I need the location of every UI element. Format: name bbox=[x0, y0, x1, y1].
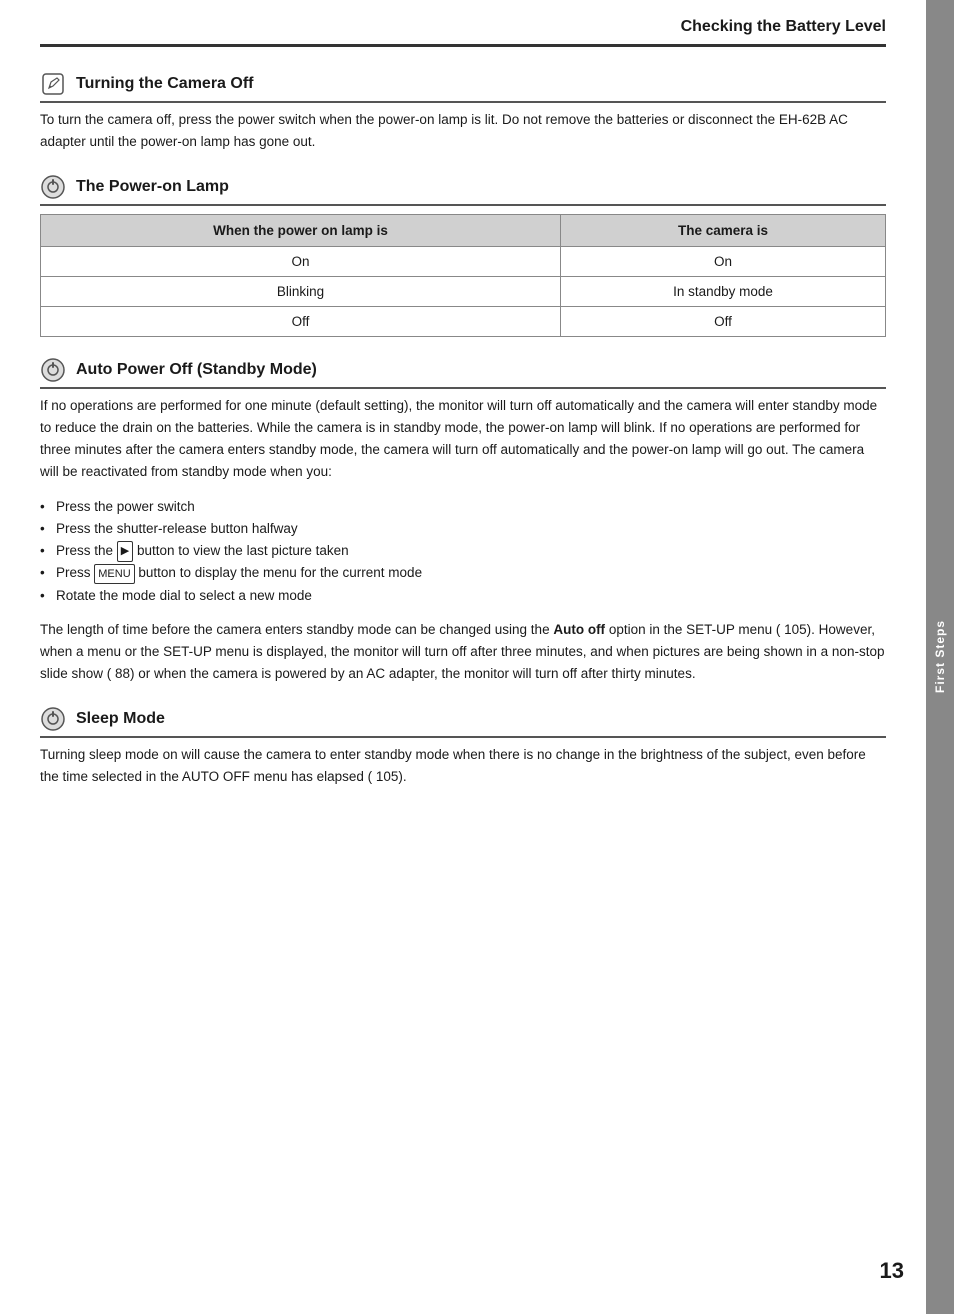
play-button-icon: ▶ bbox=[117, 541, 133, 561]
sleep-mode-icon bbox=[40, 706, 66, 732]
sidebar-tab-label: First Steps bbox=[933, 620, 947, 693]
camera-state-cell: On bbox=[561, 246, 886, 276]
turning-off-body: To turn the camera off, press the power … bbox=[40, 109, 886, 154]
bullet-item: Press the power switch bbox=[40, 496, 886, 518]
sidebar-tab: First Steps bbox=[926, 0, 954, 1314]
auto-power-icon bbox=[40, 357, 66, 383]
section-header-turning-off: Turning the Camera Off bbox=[40, 71, 886, 103]
auto-power-bullets: Press the power switchPress the shutter-… bbox=[40, 496, 886, 607]
section-sleep-mode: Sleep Mode Turning sleep mode on will ca… bbox=[40, 706, 886, 789]
sleep-mode-body: Turning sleep mode on will cause the cam… bbox=[40, 744, 886, 789]
section-auto-power: Auto Power Off (Standby Mode) If no oper… bbox=[40, 357, 886, 686]
table-col1-header: When the power on lamp is bbox=[41, 214, 561, 246]
section-header-sleep-mode: Sleep Mode bbox=[40, 706, 886, 738]
page-header-title: Checking the Battery Level bbox=[681, 18, 886, 36]
bullet-item: Press the ▶ button to view the last pict… bbox=[40, 540, 886, 562]
auto-power-body2: The length of time before the camera ent… bbox=[40, 619, 886, 686]
menu-button-icon: MENU bbox=[94, 564, 134, 584]
section-title-sleep-mode: Sleep Mode bbox=[76, 710, 165, 728]
bullet-item: Rotate the mode dial to select a new mod… bbox=[40, 585, 886, 607]
table-col2-header: The camera is bbox=[561, 214, 886, 246]
lamp-state-cell: On bbox=[41, 246, 561, 276]
power-lamp-icon bbox=[40, 174, 66, 200]
page-number: 13 bbox=[880, 1258, 904, 1284]
table-row: OnOn bbox=[41, 246, 886, 276]
section-header-power-lamp: The Power-on Lamp bbox=[40, 174, 886, 206]
pencil-icon bbox=[40, 71, 66, 97]
section-title-auto-power: Auto Power Off (Standby Mode) bbox=[76, 361, 317, 379]
section-power-lamp: The Power-on Lamp When the power on lamp… bbox=[40, 174, 886, 337]
section-title-turning-off: Turning the Camera Off bbox=[76, 75, 254, 93]
camera-state-cell: Off bbox=[561, 306, 886, 336]
table-row: OffOff bbox=[41, 306, 886, 336]
section-turning-off: Turning the Camera Off To turn the camer… bbox=[40, 71, 886, 154]
camera-state-cell: In standby mode bbox=[561, 276, 886, 306]
lamp-table: When the power on lamp is The camera is … bbox=[40, 214, 886, 337]
lamp-state-cell: Off bbox=[41, 306, 561, 336]
bullet-item: Press MENU button to display the menu fo… bbox=[40, 562, 886, 584]
table-row: BlinkingIn standby mode bbox=[41, 276, 886, 306]
page-header: Checking the Battery Level bbox=[40, 0, 886, 47]
auto-power-body2-bold: Auto off bbox=[553, 622, 605, 637]
lamp-state-cell: Blinking bbox=[41, 276, 561, 306]
auto-power-body1: If no operations are performed for one m… bbox=[40, 395, 886, 484]
section-title-power-lamp: The Power-on Lamp bbox=[76, 178, 229, 196]
section-header-auto-power: Auto Power Off (Standby Mode) bbox=[40, 357, 886, 389]
auto-power-body2-prefix: The length of time before the camera ent… bbox=[40, 622, 553, 637]
bullet-item: Press the shutter-release button halfway bbox=[40, 518, 886, 540]
